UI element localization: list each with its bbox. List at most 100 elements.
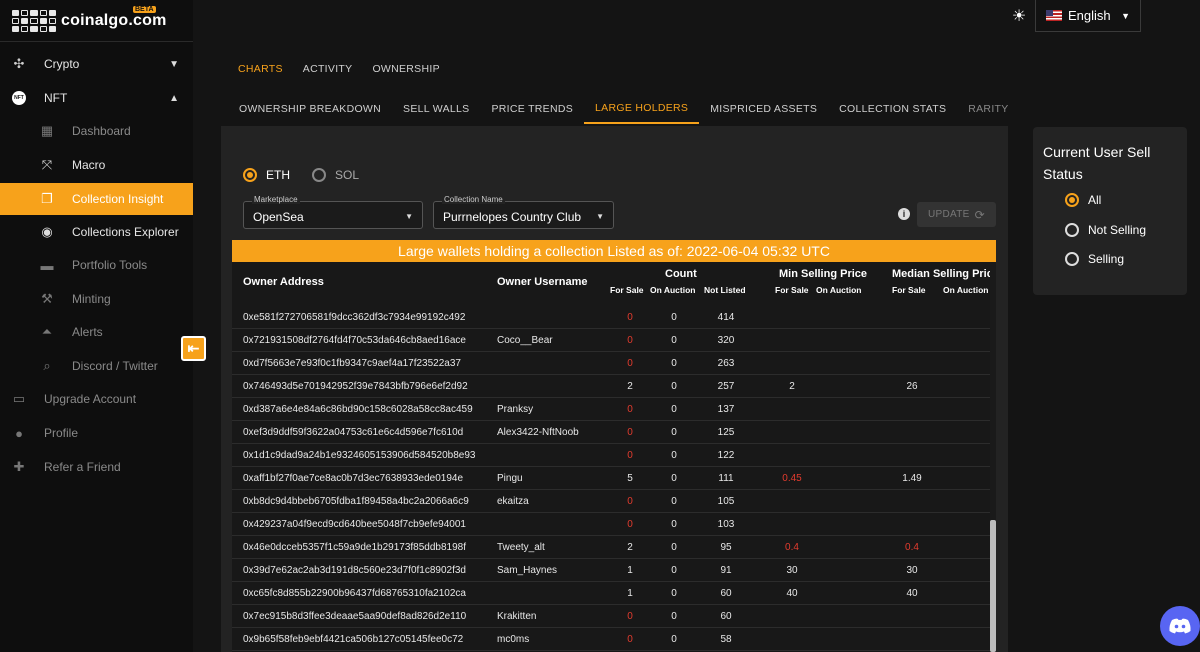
count-on-auction-cell: 0 bbox=[671, 496, 677, 507]
table-row[interactable]: 0x39d7e62ac2ab3d191d8c560e23d7f0f1c8902f… bbox=[232, 559, 990, 582]
tab-collection-stats[interactable]: COLLECTION STATS bbox=[828, 94, 957, 124]
table-row[interactable]: 0xd387a6e4e84a6c86bd90c158c6028a58cc8ac4… bbox=[232, 398, 990, 421]
count-for-sale-cell: 0 bbox=[627, 634, 633, 645]
tab-ownership-breakdown[interactable]: OWNERSHIP BREAKDOWN bbox=[228, 94, 392, 124]
sidebar-item-label: Dashboard bbox=[72, 124, 131, 138]
table-scrollbar-thumb[interactable] bbox=[990, 520, 996, 652]
collapse-sidebar-button[interactable]: ⇤ bbox=[181, 336, 206, 361]
radio-selected-icon bbox=[243, 168, 257, 182]
sidebar-item-alerts[interactable]: ⏶ Alerts bbox=[0, 317, 193, 347]
count-not-listed-cell: 111 bbox=[718, 473, 734, 484]
owner-username-cell: Krakitten bbox=[497, 611, 537, 622]
subheader-min-for-sale: For Sale bbox=[775, 285, 809, 295]
nft-icon: NFT bbox=[12, 91, 26, 105]
owner-address-cell: 0x429237a04f9ecd9cd640bee5048f7cb9efe940… bbox=[243, 519, 466, 530]
table-row[interactable]: 0xef3d9ddf59f3622a04753c61e6c4d596e7fc61… bbox=[232, 421, 990, 444]
sell-status-radio-all[interactable]: All bbox=[1065, 193, 1101, 207]
tab-charts[interactable]: CHARTS bbox=[228, 56, 293, 82]
sidebar-item-label: Upgrade Account bbox=[44, 392, 137, 406]
caret-down-icon: ▼ bbox=[1121, 10, 1130, 21]
chain-radio-sol[interactable]: SOL bbox=[312, 168, 359, 182]
info-icon[interactable]: i bbox=[898, 208, 910, 220]
owner-username-cell: Sam_Haynes bbox=[497, 565, 558, 576]
sidebar-item-profile[interactable]: ● Profile bbox=[0, 418, 193, 448]
table-row[interactable]: 0xd7f5663e7e93f0c1fb9347c9aef4a17f23522a… bbox=[232, 352, 990, 375]
count-for-sale-cell: 0 bbox=[627, 519, 633, 530]
brand-logo[interactable]: coinalgo.com BETA bbox=[0, 0, 193, 42]
primary-tabs: CHARTS ACTIVITY OWNERSHIP bbox=[228, 56, 450, 82]
count-not-listed-cell: 137 bbox=[717, 404, 735, 415]
sidebar-item-refer-a-friend[interactable]: ✚ Refer a Friend bbox=[0, 452, 193, 482]
min-for-sale-cell: 40 bbox=[786, 588, 798, 599]
owner-address-cell: 0x721931508df2764fd4f70c53da646cb8aed16a… bbox=[243, 335, 466, 346]
header-owner-username: Owner Username bbox=[497, 276, 588, 288]
subheader-median-on-auction: On Auction bbox=[943, 285, 989, 295]
table-row[interactable]: 0x1d1c9dad9a24b1e9324605153906d584520b8e… bbox=[232, 444, 990, 467]
sidebar-item-dashboard[interactable]: ▦ Dashboard bbox=[0, 116, 193, 146]
table-row[interactable]: 0x7ec915b8d3ffee3deaae5aa90def8ad826d2e1… bbox=[232, 605, 990, 628]
sidebar-item-collection-insight[interactable]: ❐ Collection Insight bbox=[0, 183, 193, 215]
collection-icon: ❐ bbox=[41, 191, 53, 206]
count-on-auction-cell: 0 bbox=[671, 404, 677, 415]
count-not-listed-cell: 414 bbox=[717, 312, 735, 323]
update-label: UPDATE bbox=[928, 209, 970, 220]
gift-icon: ✚ bbox=[13, 459, 25, 474]
sidebar-item-upgrade-account[interactable]: ▭ Upgrade Account bbox=[0, 384, 193, 414]
table-row[interactable]: 0xb8dc9d4bbeb6705fdba1f89458a4bc2a2066a6… bbox=[232, 490, 990, 513]
sidebar-item-portfolio-tools[interactable]: ▬ Portfolio Tools bbox=[0, 250, 193, 280]
table-scrollbar[interactable] bbox=[990, 262, 996, 652]
sidebar-item-collections-explorer[interactable]: ◉ Collections Explorer bbox=[0, 217, 193, 247]
count-for-sale-cell: 0 bbox=[627, 427, 633, 438]
compass-icon: ◉ bbox=[41, 224, 53, 239]
table-row[interactable]: 0xaff1bf27f0ae7ce8ac0b7d3ec7638933ede019… bbox=[232, 467, 990, 490]
tab-large-holders[interactable]: LARGE HOLDERS bbox=[584, 94, 700, 124]
count-not-listed-cell: 58 bbox=[720, 634, 732, 645]
count-on-auction-cell: 0 bbox=[671, 473, 677, 484]
sell-status-radio-not-selling[interactable]: Not Selling bbox=[1065, 223, 1146, 237]
table-row[interactable]: 0x721931508df2764fd4f70c53da646cb8aed16a… bbox=[232, 329, 990, 352]
table-row[interactable]: 0x746493d5e701942952f39e7843bfb796e6ef2d… bbox=[232, 375, 990, 398]
sidebar-item-crypto[interactable]: ✣ Crypto ▼ bbox=[0, 49, 193, 79]
sidebar-item-label: Crypto bbox=[44, 57, 80, 71]
language-select[interactable]: English ▼ bbox=[1035, 0, 1141, 32]
tab-mispriced-assets[interactable]: MISPRICED ASSETS bbox=[699, 94, 828, 124]
tab-activity[interactable]: ACTIVITY bbox=[293, 56, 363, 82]
median-for-sale-cell: 30 bbox=[906, 565, 918, 576]
count-on-auction-cell: 0 bbox=[671, 565, 677, 576]
count-not-listed-cell: 60 bbox=[720, 611, 732, 622]
table-row[interactable]: 0xc65fc8d855b22900b96437fd68765310fa2102… bbox=[232, 582, 990, 605]
table-row[interactable]: 0xe581f272706581f9dcc362df3c7934e99192c4… bbox=[232, 306, 990, 329]
marketplace-select[interactable]: Marketplace OpenSea ▼ bbox=[243, 195, 423, 229]
tab-ownership[interactable]: OWNERSHIP bbox=[362, 56, 449, 82]
table-row[interactable]: 0x429237a04f9ecd9cd640bee5048f7cb9efe940… bbox=[232, 513, 990, 536]
owner-address-cell: 0x39d7e62ac2ab3d191d8c560e23d7f0f1c8902f… bbox=[243, 565, 466, 576]
tab-sell-walls[interactable]: SELL WALLS bbox=[392, 94, 480, 124]
table-row[interactable]: 0x9b65f58feb9ebf4421ca506b127c05145fee0c… bbox=[232, 628, 990, 651]
owner-address-cell: 0x7ec915b8d3ffee3deaae5aa90def8ad826d2e1… bbox=[243, 611, 467, 622]
count-for-sale-cell: 0 bbox=[627, 611, 633, 622]
discord-chat-button[interactable] bbox=[1160, 606, 1200, 646]
count-for-sale-cell: 1 bbox=[627, 588, 633, 599]
collection-name-label: Collection Name bbox=[442, 195, 505, 204]
sidebar-item-macro[interactable]: ⤧ Macro bbox=[0, 150, 193, 180]
update-button[interactable]: UPDATE ⟳ bbox=[917, 202, 996, 227]
count-for-sale-cell: 0 bbox=[627, 496, 633, 507]
theme-toggle-sun-icon[interactable]: ☀ bbox=[1010, 7, 1028, 25]
collection-name-select[interactable]: Collection Name Purrnelopes Country Club… bbox=[433, 195, 614, 229]
tab-price-trends[interactable]: PRICE TRENDS bbox=[480, 94, 584, 124]
sidebar: coinalgo.com BETA ✣ Crypto ▼ NFT NFT ▲ ▦… bbox=[0, 0, 193, 652]
table-row[interactable]: 0x46e0dcceb5357f1c59a9de1b29173f85ddb819… bbox=[232, 536, 990, 559]
sidebar-item-discord-twitter[interactable]: ⌕ Discord / Twitter bbox=[0, 351, 193, 381]
median-for-sale-cell: 0.4 bbox=[905, 542, 919, 553]
listing-date-banner: Large wallets holding a collection Liste… bbox=[232, 240, 996, 262]
min-for-sale-cell: 30 bbox=[786, 565, 798, 576]
tab-rarity[interactable]: RARITY bbox=[957, 94, 1019, 124]
sell-status-radio-selling[interactable]: Selling bbox=[1065, 252, 1124, 266]
secondary-tabs: OWNERSHIP BREAKDOWN SELL WALLS PRICE TRE… bbox=[228, 94, 1020, 124]
person-icon: ● bbox=[15, 425, 23, 441]
header-count: Count bbox=[665, 268, 697, 280]
sidebar-item-nft[interactable]: NFT NFT ▲ bbox=[0, 83, 193, 113]
sidebar-item-minting[interactable]: ⚒ Minting bbox=[0, 284, 193, 314]
count-not-listed-cell: 257 bbox=[717, 381, 735, 392]
chain-radio-eth[interactable]: ETH bbox=[243, 168, 290, 182]
